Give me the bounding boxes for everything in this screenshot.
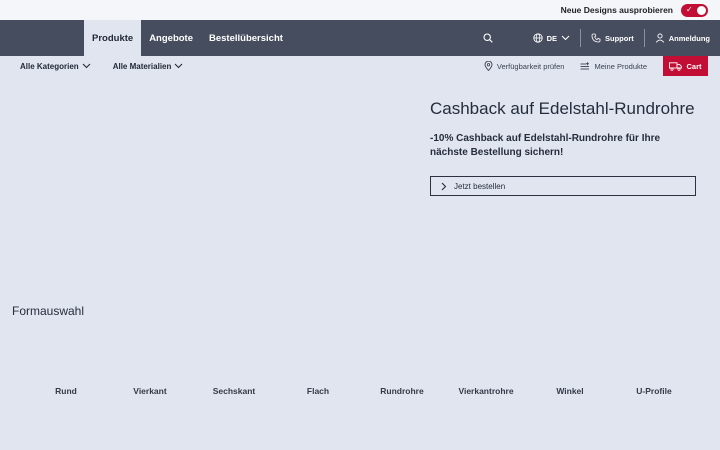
my-products-link[interactable]: Meine Produkte (580, 62, 647, 71)
shape-item-vierkantrohre[interactable]: Vierkantrohre (444, 386, 528, 396)
support-label: Support (605, 33, 634, 43)
language-selector[interactable]: DE (523, 29, 580, 47)
phone-icon (591, 33, 601, 43)
materials-dropdown[interactable]: Alle Materialien (113, 62, 184, 71)
tab-produkte[interactable]: Produkte (84, 20, 142, 56)
shape-item-sechskant[interactable]: Sechskant (192, 386, 276, 396)
user-icon (655, 33, 664, 43)
availability-link[interactable]: Verfügbarkeit prüfen (484, 61, 565, 71)
search-icon (483, 33, 493, 43)
shape-list: Rund Vierkant Sechskant Flach Rundrohre … (24, 386, 696, 396)
shape-item-vierkant[interactable]: Vierkant (108, 386, 192, 396)
materials-label: Alle Materialien (112, 61, 172, 71)
nav-tabs: Produkte Angebote Bestellübersicht (84, 20, 291, 56)
main-nav: Produkte Angebote Bestellübersicht DE Su… (0, 20, 720, 56)
login-link[interactable]: Anmeldung (645, 29, 720, 47)
sub-nav-actions: Verfügbarkeit prüfen Meine Produkte Cart (484, 56, 720, 76)
nav-actions: DE Support Anmeldung (483, 20, 720, 56)
categories-label: Alle Kategorien (20, 61, 79, 71)
tab-angebote[interactable]: Angebote (141, 20, 201, 56)
hero-title: Cashback auf Edelstahl-Rundrohre (430, 99, 695, 118)
chevron-down-icon (82, 63, 91, 69)
top-strip: Neue Designs ausprobieren ✓ (0, 0, 720, 20)
cart-label: Cart (686, 61, 702, 71)
support-link[interactable]: Support (581, 29, 644, 47)
chevron-down-icon (174, 63, 183, 69)
chevron-down-icon (561, 35, 570, 41)
login-label: Anmeldung (668, 33, 710, 43)
toggle-knob (697, 5, 706, 15)
sub-nav: Alle Kategorien Alle Materialien Verfügb… (0, 56, 720, 76)
order-now-button[interactable]: Jetzt bestellen (430, 176, 696, 196)
globe-icon (532, 33, 543, 43)
categories-dropdown[interactable]: Alle Kategorien (20, 62, 91, 71)
check-icon: ✓ (686, 4, 693, 14)
shape-item-rund[interactable]: Rund (24, 386, 108, 396)
shapes-section-title: Formauswahl (12, 304, 85, 318)
cart-button[interactable]: Cart (663, 56, 708, 76)
list-icon (580, 61, 590, 69)
tab-bestelluebersicht[interactable]: Bestellübersicht (201, 20, 291, 56)
language-label: DE (546, 33, 557, 43)
new-design-label: Neue Designs ausprobieren (560, 5, 673, 15)
shape-item-u-profile[interactable]: U-Profile (612, 386, 696, 396)
chevron-right-icon (441, 182, 447, 190)
location-pin-icon (484, 61, 493, 71)
shape-item-rundrohre[interactable]: Rundrohre (360, 386, 444, 396)
hero-subtitle: -10% Cashback auf Edelstahl-Rundrohre fü… (430, 133, 661, 158)
search-button[interactable] (483, 33, 493, 43)
truck-icon (669, 61, 683, 71)
order-now-label: Jetzt bestellen (454, 181, 506, 191)
shape-item-flach[interactable]: Flach (276, 386, 360, 396)
shape-item-winkel[interactable]: Winkel (528, 386, 612, 396)
availability-label: Verfügbarkeit prüfen (496, 61, 565, 71)
my-products-label: Meine Produkte (594, 61, 647, 71)
new-design-toggle[interactable]: ✓ (681, 3, 708, 17)
